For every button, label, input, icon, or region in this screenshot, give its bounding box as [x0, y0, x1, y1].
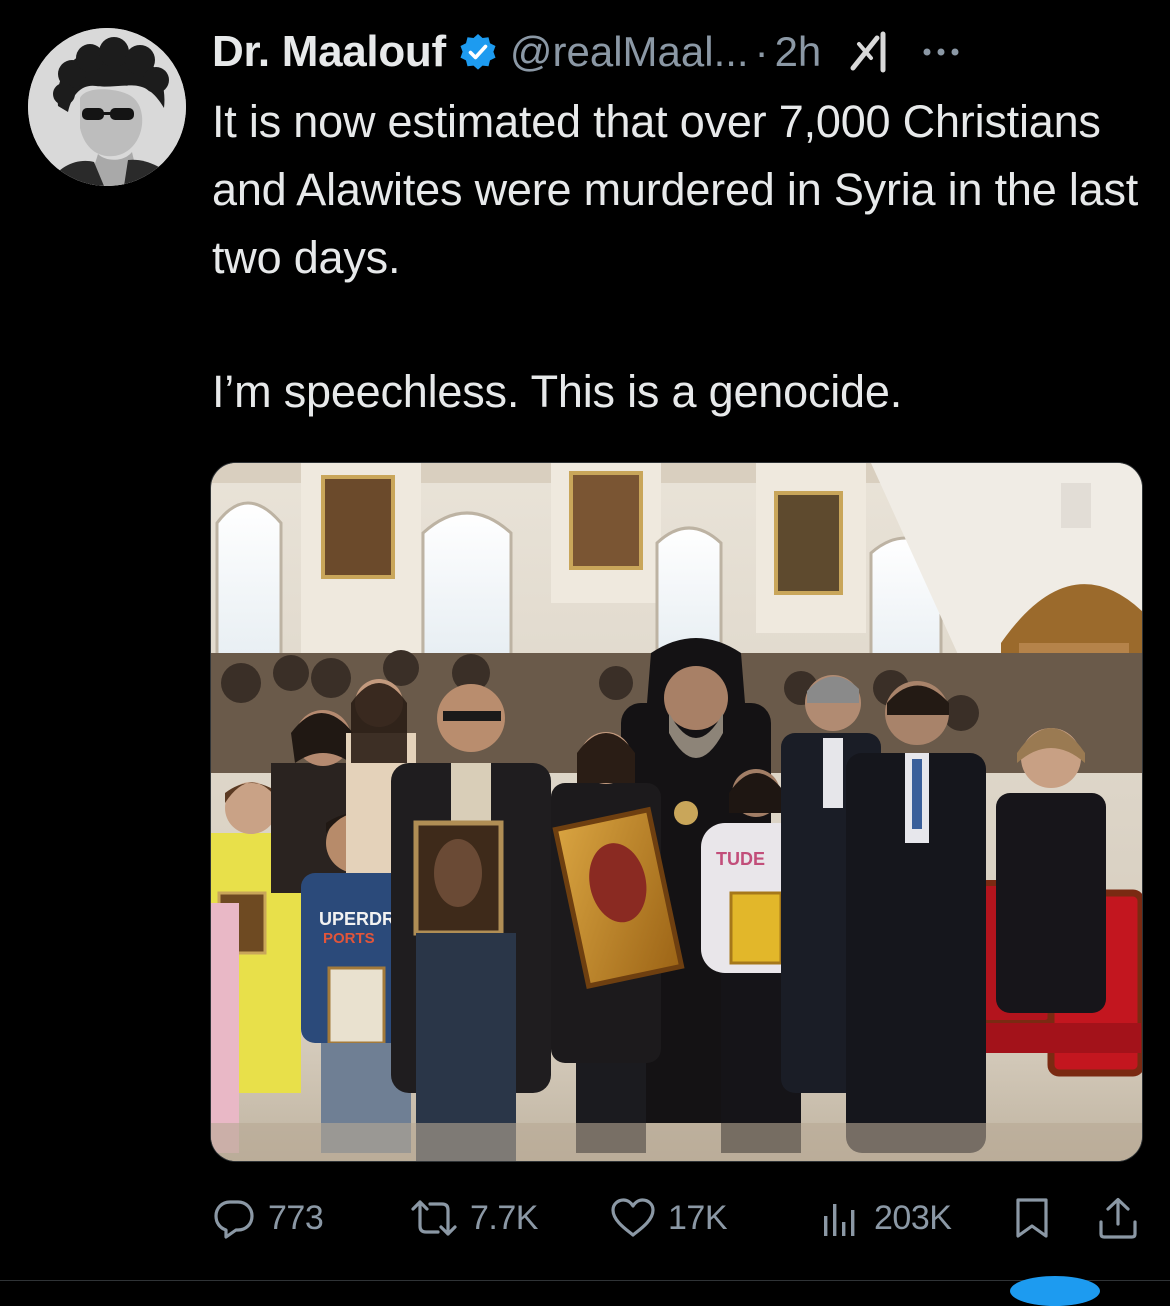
post-timestamp[interactable]: 2h: [775, 28, 822, 76]
photo-church-congregation-holding-icons: UPERDRY PORTS TUDE: [211, 463, 1142, 1161]
repost-icon: [411, 1200, 457, 1236]
views-button[interactable]: 203K: [818, 1188, 952, 1248]
bookmark-button[interactable]: [1012, 1188, 1052, 1248]
verified-badge-icon: [460, 34, 496, 70]
hoodie-lettering: TUDE: [716, 849, 765, 869]
share-icon: [1099, 1197, 1137, 1239]
post-text-paragraph: It is now estimated that over 7,000 Chri…: [212, 96, 1139, 283]
post-media-photo[interactable]: UPERDRY PORTS TUDE: [210, 462, 1143, 1162]
divider: [0, 1280, 1170, 1281]
separator-dot: ·: [754, 28, 769, 75]
heart-icon: [611, 1198, 655, 1237]
like-button[interactable]: 17K: [610, 1188, 728, 1248]
share-button[interactable]: [1096, 1188, 1140, 1248]
author-handle[interactable]: @realMaal...: [510, 28, 749, 76]
grok-icon[interactable]: [847, 28, 895, 76]
repost-count: 7.7K: [470, 1198, 538, 1237]
reply-icon: [214, 1200, 254, 1239]
reply-button[interactable]: 773: [212, 1188, 324, 1248]
author-display-name[interactable]: Dr. Maalouf: [212, 27, 446, 77]
profile-photo-icon: [28, 28, 186, 186]
views-count: 203K: [874, 1198, 952, 1237]
reply-count: 773: [268, 1198, 324, 1237]
more-horizontal-icon[interactable]: [919, 42, 963, 62]
repost-button[interactable]: 7.7K: [410, 1188, 538, 1248]
post-header: Dr. Maalouf @realMaal... · 2h: [212, 22, 1157, 82]
avatar[interactable]: [28, 28, 186, 186]
like-count: 17K: [668, 1198, 728, 1237]
post-text: It is now estimated that over 7,000 Chri…: [212, 88, 1152, 426]
shirt-lettering: PORTS: [323, 930, 375, 947]
views-icon: [824, 1204, 855, 1236]
floating-compose-button-edge[interactable]: [1010, 1276, 1100, 1306]
bookmark-icon: [1016, 1198, 1048, 1238]
action-bar: 773 7.7K 17K 203K: [212, 1188, 1152, 1248]
post-text-paragraph: I’m speechless. This is a genocide.: [212, 366, 903, 417]
